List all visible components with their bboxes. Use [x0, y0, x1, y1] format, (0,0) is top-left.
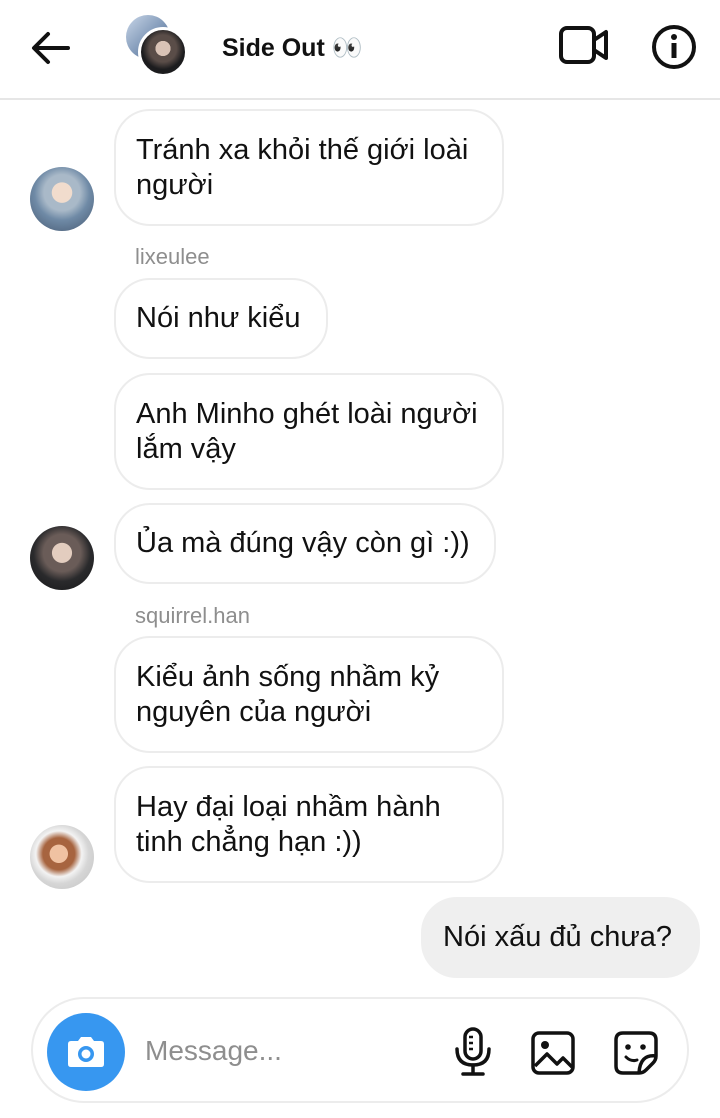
message-bubble[interactable]: Anh Minho ghét loài người lắm vậy [114, 373, 504, 490]
message-text: Tránh xa khỏi thế giới loài người [136, 133, 469, 201]
sender-name: lixeulee [135, 244, 210, 269]
back-button[interactable] [28, 28, 72, 68]
message-text: Nói xấu đủ chưa? [443, 921, 672, 953]
chat-header: Side Out 👀 [0, 0, 720, 100]
microphone-icon [455, 1027, 491, 1076]
sender-name: squirrel.han [135, 603, 250, 628]
avatar[interactable] [30, 825, 94, 889]
camera-icon [68, 1037, 104, 1067]
avatar[interactable] [30, 526, 94, 590]
message-composer [31, 997, 689, 1103]
message-bubble[interactable]: Tránh xa khỏi thế giới loài người [114, 109, 504, 226]
group-avatar-front [138, 27, 188, 77]
message-bubble[interactable]: Ủa mà đúng vậy còn gì :)) [114, 503, 496, 584]
info-icon [652, 25, 696, 69]
camera-button[interactable] [47, 1013, 125, 1091]
message-text: Kiểu ảnh sống nhầm kỷ nguyên của người [136, 660, 440, 728]
outgoing-message-bubble[interactable]: Nói xấu đủ chưa? [421, 897, 700, 978]
sticker-icon [614, 1031, 658, 1075]
message-bubble[interactable]: Nói như kiểu [114, 278, 328, 359]
message-bubble[interactable]: Hay đại loại nhầm hành tinh chẳng hạn :)… [114, 766, 504, 883]
info-button[interactable] [651, 24, 697, 70]
video-call-button[interactable] [558, 24, 610, 66]
video-call-icon [559, 26, 608, 64]
voice-message-button[interactable] [451, 1027, 495, 1077]
gallery-icon [531, 1031, 575, 1075]
avatar[interactable] [30, 167, 94, 231]
arrow-left-icon [32, 32, 70, 64]
message-input[interactable] [145, 1029, 415, 1073]
message-text: Hay đại loại nhầm hành tinh chẳng hạn :)… [136, 790, 441, 858]
sticker-button[interactable] [613, 1030, 659, 1076]
message-text: Ủa mà đúng vậy còn gì :)) [136, 527, 470, 559]
message-bubble[interactable]: Kiểu ảnh sống nhầm kỷ nguyên của người [114, 636, 504, 753]
gallery-button[interactable] [530, 1030, 576, 1076]
chat-title[interactable]: Side Out 👀 [222, 34, 363, 63]
message-text: Nói như kiểu [136, 302, 301, 334]
group-avatar[interactable] [126, 15, 190, 79]
message-text: Anh Minho ghét loài người lắm vậy [136, 397, 478, 465]
